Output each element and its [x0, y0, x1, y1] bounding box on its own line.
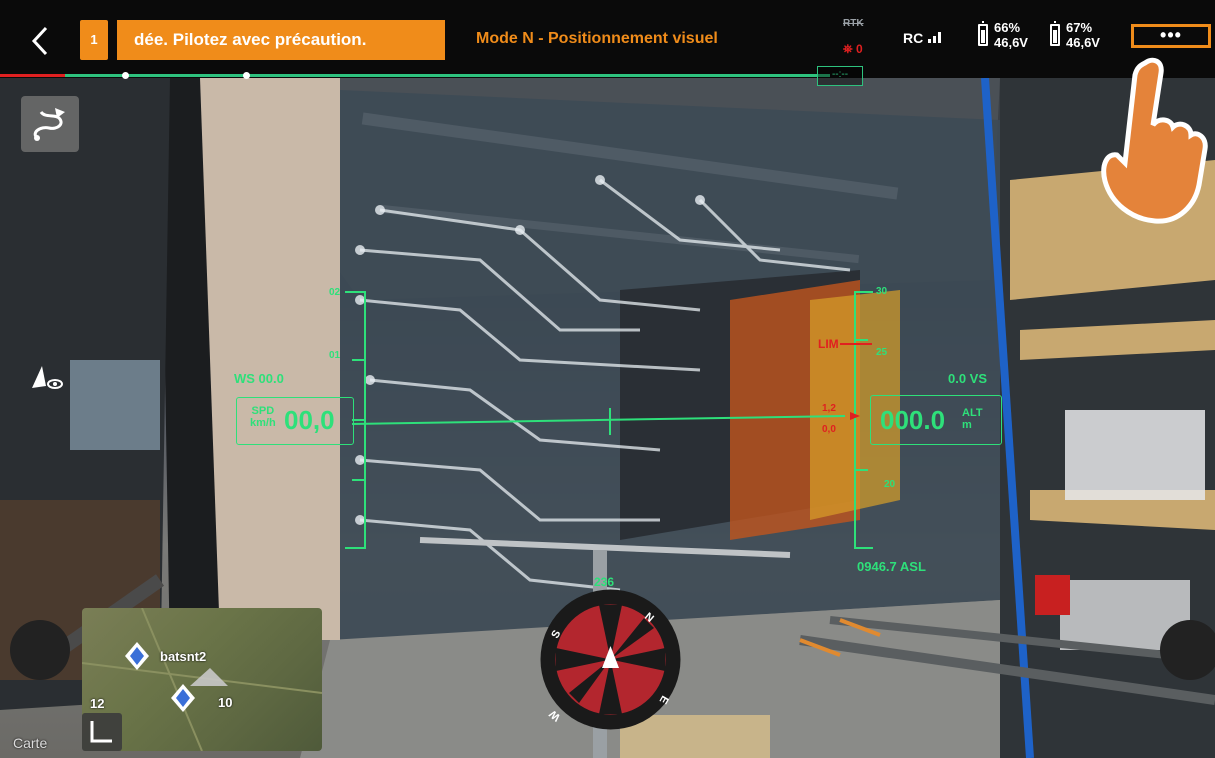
left-scale-label: 01 — [329, 350, 341, 361]
speed-label-top: SPD — [251, 405, 275, 417]
right-scale-label: 25 — [876, 347, 888, 358]
left-scale-label: 02 — [329, 287, 341, 298]
speed-value: 00,0 — [284, 405, 335, 435]
altitude-value: 000.0 — [880, 405, 946, 435]
vertical-speed-readout: 0.0 VS — [948, 371, 988, 386]
map-label[interactable]: Carte — [13, 735, 47, 751]
compass-dial-icon: N E S W — [540, 589, 681, 730]
right-scale-label: 30 — [876, 286, 888, 297]
waypoint-label: 12 — [90, 696, 105, 711]
wind-speed-readout: WS 00.0 — [234, 371, 284, 386]
waypoint-label: 10 — [218, 695, 233, 710]
corner-expand-icon — [90, 721, 112, 743]
heading-readout: 236 — [594, 575, 615, 589]
altitude-limit-label: LIM — [818, 337, 839, 351]
speed-label: SPD km/h — [250, 405, 276, 429]
altitude-unit: m — [962, 419, 972, 431]
speed-unit: km/h — [250, 417, 276, 429]
compass[interactable]: N E S W — [539, 588, 682, 731]
right-scale-label: 20 — [884, 479, 896, 490]
pointing-hand-icon — [1095, 55, 1210, 230]
altitude-label: ALT m — [962, 407, 983, 431]
obstacle-distance-1: 1,2 — [822, 403, 836, 414]
compass-label-w: W — [547, 707, 563, 723]
map-toggle-button[interactable] — [82, 713, 122, 751]
altitude-label-top: ALT — [962, 407, 983, 419]
waypoint-label: batsnt2 — [160, 649, 207, 664]
obstacle-distance-2: 0,0 — [822, 424, 836, 435]
waypoint-icon — [125, 642, 149, 670]
asl-readout: 0946.7 ASL — [857, 559, 926, 574]
